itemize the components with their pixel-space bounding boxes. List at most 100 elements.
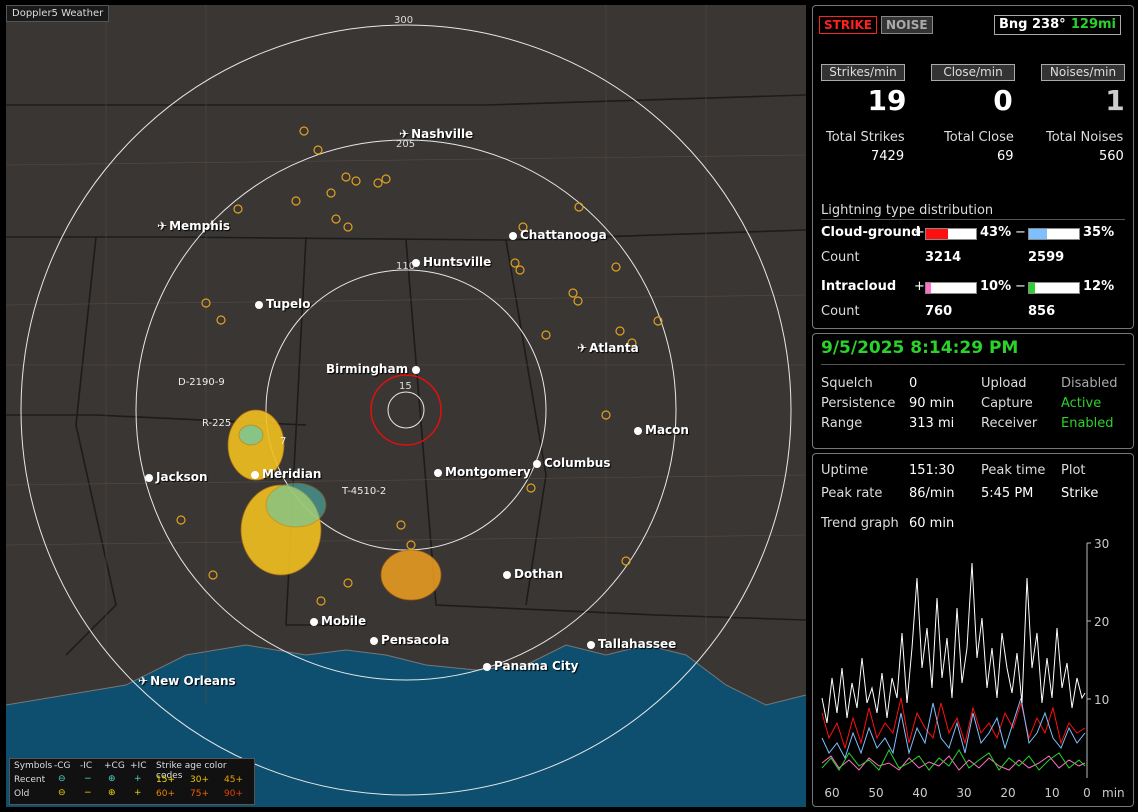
range-value[interactable]: 313 mi bbox=[909, 416, 954, 431]
age-75-label: 75+ bbox=[190, 789, 209, 799]
receiver-label: Receiver bbox=[981, 416, 1038, 431]
city-huntsville[interactable]: Huntsville bbox=[412, 255, 491, 269]
legend-neg-ic: -IC bbox=[80, 761, 93, 771]
lightning-map[interactable]: Doppler5 Weather 300 205 110 15 ✈ Nashvil… bbox=[6, 5, 806, 807]
cg-negative-pct: 35% bbox=[1083, 225, 1115, 240]
trend-line-total bbox=[821, 562, 1086, 724]
city-dot-icon bbox=[310, 617, 318, 626]
noise-tag[interactable]: NOISE bbox=[881, 16, 933, 34]
close-per-min-button[interactable]: Close/min bbox=[931, 64, 1015, 81]
city-dot-icon bbox=[587, 640, 595, 649]
trend-x-tick: 0 bbox=[1083, 786, 1091, 800]
ic-positive-count: 760 bbox=[925, 304, 953, 319]
legend-pos-cg: +CG bbox=[104, 761, 125, 771]
close-rate: 0 bbox=[993, 84, 1013, 117]
receiver-value[interactable]: Enabled bbox=[1061, 416, 1114, 431]
minus-icon: − bbox=[1015, 279, 1026, 294]
squelch-value[interactable]: 0 bbox=[909, 376, 917, 391]
divider bbox=[821, 219, 1125, 220]
trend-x-tick: 50 bbox=[868, 786, 883, 800]
range-label-15: 15 bbox=[399, 381, 412, 392]
city-panama-city[interactable]: Panama City bbox=[483, 659, 578, 673]
airport-icon: ✈ bbox=[138, 674, 149, 688]
city-dothan[interactable]: Dothan bbox=[503, 567, 563, 581]
neg-cg-icon: ⊖ bbox=[58, 774, 66, 784]
city-birmingham[interactable]: Birmingham bbox=[326, 362, 423, 376]
squelch-label: Squelch bbox=[821, 376, 873, 391]
total-strikes-label: Total Strikes bbox=[826, 130, 905, 145]
ic-positive-fill bbox=[926, 283, 931, 293]
trend-graph-value[interactable]: 60 min bbox=[909, 516, 954, 531]
strike-tag[interactable]: STRIKE bbox=[819, 16, 878, 34]
total-noises-value: 560 bbox=[1099, 149, 1124, 164]
legend-pos-ic: +IC bbox=[130, 761, 147, 771]
city-tupelo[interactable]: Tupelo bbox=[255, 297, 311, 311]
plot-value[interactable]: Strike bbox=[1061, 486, 1098, 501]
trend-y-tick: 10 bbox=[1094, 693, 1109, 707]
cg-positive-fill bbox=[926, 229, 948, 239]
storm-track-label[interactable]: 7 bbox=[280, 436, 286, 447]
city-pensacola[interactable]: Pensacola bbox=[370, 633, 449, 647]
airport-icon: ✈ bbox=[157, 219, 168, 233]
city-dot-icon bbox=[509, 231, 517, 240]
storm-track-label[interactable]: T-4510-2 bbox=[342, 486, 386, 497]
trend-x-tick: 10 bbox=[1044, 786, 1059, 800]
trend-x-unit: min bbox=[1102, 786, 1125, 800]
bearing-value: Bng 238° bbox=[999, 17, 1066, 32]
capture-value[interactable]: Active bbox=[1061, 396, 1101, 411]
bearing-box: Bng 238° 129mi bbox=[994, 15, 1121, 35]
city-jackson[interactable]: Jackson bbox=[145, 470, 208, 484]
storm-track-label[interactable]: D-2190-9 bbox=[178, 377, 225, 388]
legend-recent-label: Recent bbox=[14, 775, 46, 785]
age-60-label: 60+ bbox=[156, 789, 175, 799]
strikes-per-min-button[interactable]: Strikes/min bbox=[821, 64, 905, 81]
legend-symbols-label: Symbols bbox=[14, 761, 53, 771]
strike-cluster-south bbox=[380, 549, 442, 601]
peak-rate-label: Peak rate bbox=[821, 486, 883, 501]
city-dot-icon bbox=[634, 426, 642, 435]
trend-graph: 30 20 10 60 50 40 30 20 10 0 min bbox=[821, 538, 1125, 800]
trend-x-tick: 30 bbox=[956, 786, 971, 800]
trend-line-pos-cg bbox=[821, 697, 1086, 750]
age-45-label: 45+ bbox=[224, 775, 243, 785]
city-meridian[interactable]: Meridian bbox=[251, 467, 321, 481]
uptime-value: 151:30 bbox=[909, 463, 955, 478]
map-legend: Symbols -CG -IC +CG +IC Strike age color… bbox=[9, 758, 255, 805]
city-montgomery[interactable]: Montgomery bbox=[434, 465, 531, 479]
persistence-value[interactable]: 90 min bbox=[909, 396, 954, 411]
range-label: Range bbox=[821, 416, 863, 431]
trend-y-tick: 30 bbox=[1094, 538, 1109, 551]
total-close-value: 69 bbox=[997, 149, 1014, 164]
city-atlanta[interactable]: ✈ Atlanta bbox=[577, 341, 639, 355]
airport-icon: ✈ bbox=[577, 341, 588, 355]
pos-ic-icon: + bbox=[134, 788, 142, 798]
total-noises-label: Total Noises bbox=[1046, 130, 1124, 145]
city-dot-icon bbox=[412, 365, 421, 374]
plus-icon: + bbox=[914, 279, 925, 294]
cg-negative-count: 2599 bbox=[1028, 250, 1065, 265]
neg-cg-icon: ⊖ bbox=[58, 788, 66, 798]
age-90-label: 90+ bbox=[224, 789, 243, 799]
city-new-orleans[interactable]: ✈ New Orleans bbox=[138, 674, 236, 688]
total-strikes-value: 7429 bbox=[871, 149, 905, 164]
city-memphis[interactable]: ✈ Memphis bbox=[157, 219, 230, 233]
city-macon[interactable]: Macon bbox=[634, 423, 689, 437]
city-tallahassee[interactable]: Tallahassee bbox=[587, 637, 676, 651]
neg-ic-icon: − bbox=[84, 774, 92, 784]
peak-time-value: 5:45 PM bbox=[981, 486, 1034, 501]
total-close-label: Total Close bbox=[944, 130, 1014, 145]
trend-x-tick: 20 bbox=[1000, 786, 1015, 800]
city-nashville[interactable]: ✈ Nashville bbox=[399, 127, 473, 141]
city-columbus[interactable]: Columbus bbox=[533, 456, 611, 470]
brand-label: Doppler5 Weather bbox=[6, 5, 110, 22]
ic-negative-pct: 12% bbox=[1083, 279, 1115, 294]
city-mobile[interactable]: Mobile bbox=[310, 614, 366, 628]
strike-cluster-west bbox=[227, 409, 327, 576]
storm-track-label[interactable]: R-225 bbox=[202, 418, 231, 429]
neg-ic-icon: − bbox=[84, 788, 92, 798]
cg-positive-count: 3214 bbox=[925, 250, 962, 265]
noises-per-min-button[interactable]: Noises/min bbox=[1041, 64, 1125, 81]
upload-value[interactable]: Disabled bbox=[1061, 376, 1117, 391]
city-chattanooga[interactable]: Chattanooga bbox=[509, 228, 607, 242]
city-dot-icon bbox=[434, 468, 442, 477]
